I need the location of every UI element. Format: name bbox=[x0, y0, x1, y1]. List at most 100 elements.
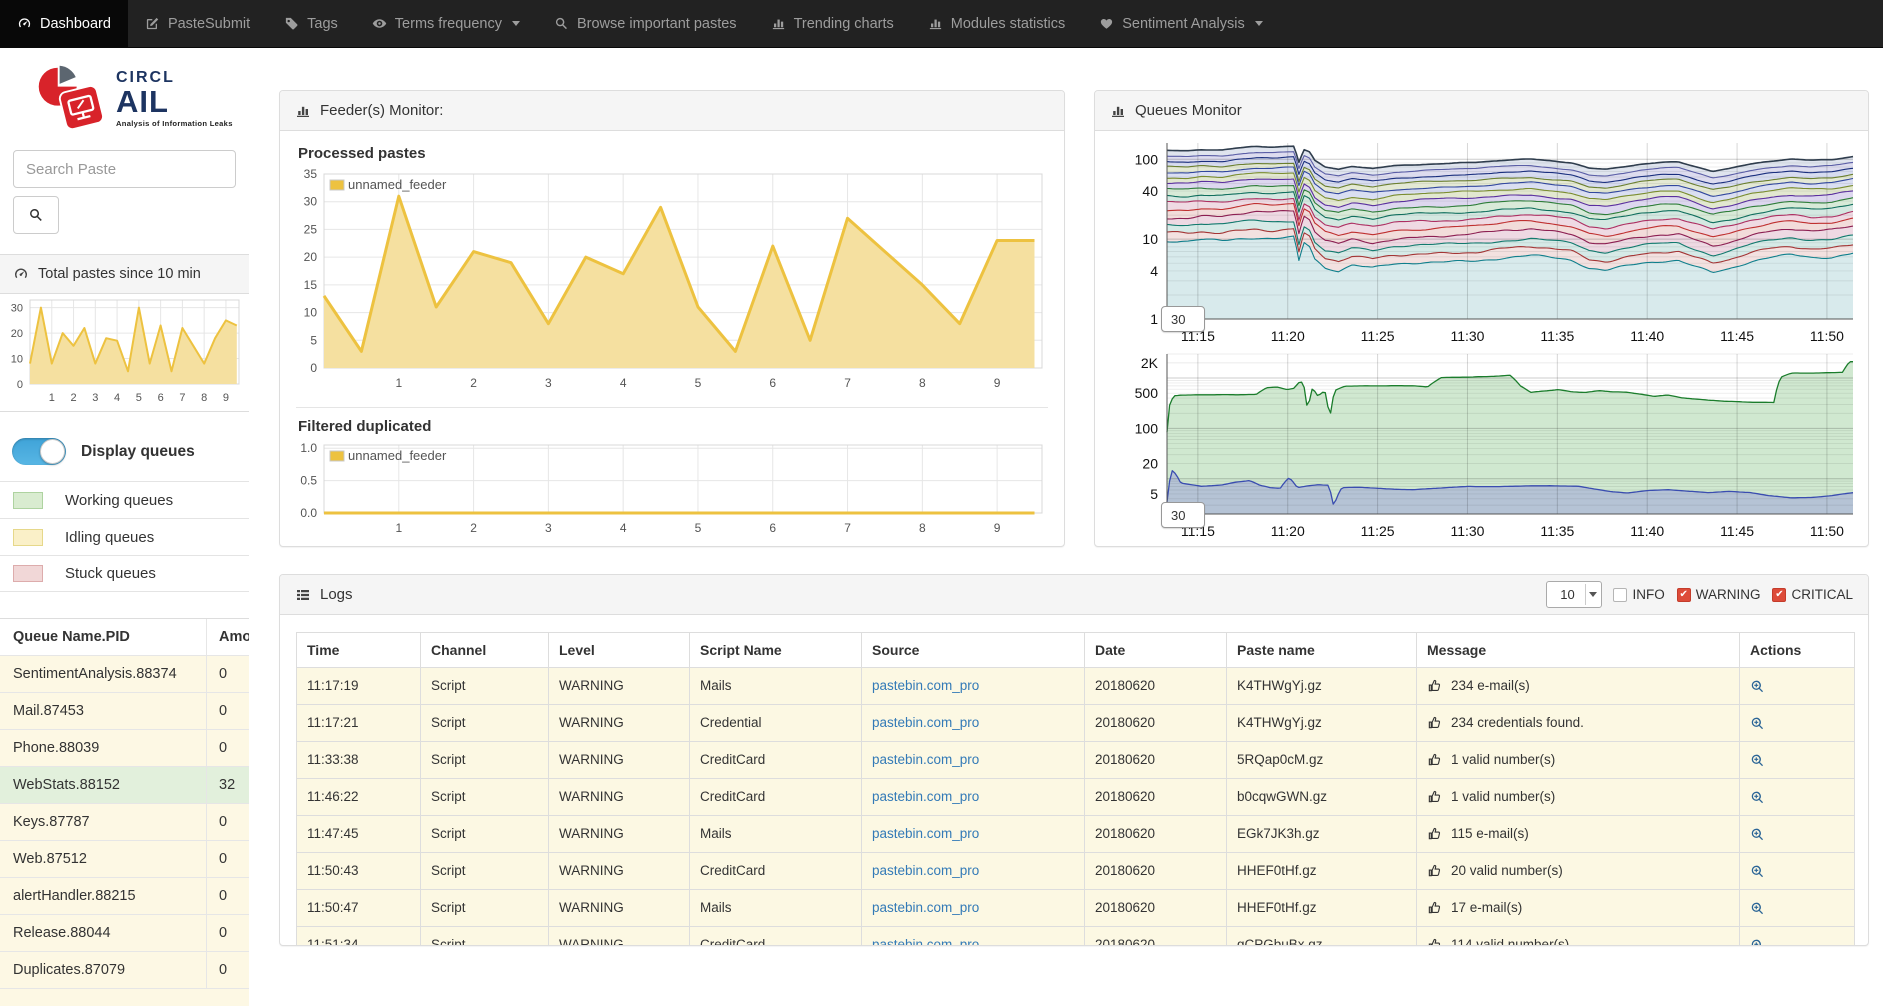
log-time: 11:50:47 bbox=[297, 889, 421, 926]
log-date: 20180620 bbox=[1085, 741, 1227, 778]
nav-item-modules-statistics[interactable]: Modules statistics bbox=[911, 0, 1082, 47]
display-queues-label: Display queues bbox=[81, 443, 195, 461]
queues-monitor-top-chart: 10040104111:1511:2011:2511:3011:3511:401… bbox=[1105, 139, 1858, 345]
log-channel: Script bbox=[421, 668, 549, 705]
filter-label: WARNING bbox=[1696, 587, 1761, 602]
svg-text:7: 7 bbox=[844, 376, 851, 390]
source-link[interactable]: pastebin.com_pro bbox=[872, 937, 979, 946]
svg-text:11:20: 11:20 bbox=[1271, 328, 1305, 344]
svg-text:1.0: 1.0 bbox=[300, 441, 317, 455]
filter-critical[interactable]: CRITICAL bbox=[1772, 587, 1853, 602]
log-col-channel: Channel bbox=[421, 633, 549, 668]
view-paste-button[interactable] bbox=[1750, 715, 1765, 731]
source-link[interactable]: pastebin.com_pro bbox=[872, 752, 979, 767]
bar-chart-icon bbox=[1110, 103, 1126, 119]
filtered-duplicated-chart: 0.00.51.0123456789unnamed_feeder bbox=[296, 439, 1048, 537]
svg-text:10: 10 bbox=[11, 354, 23, 366]
svg-text:11:40: 11:40 bbox=[1630, 328, 1664, 344]
sidebar: CIRCL AIL Analysis of Information Leaks … bbox=[0, 48, 249, 946]
checkbox-info[interactable] bbox=[1613, 588, 1627, 602]
zoomin-icon bbox=[1750, 790, 1765, 805]
total-pastes-panel: Total pastes since 10 min 01020301234567… bbox=[0, 254, 249, 412]
thumb-icon bbox=[1427, 863, 1442, 878]
roll-period-input[interactable] bbox=[1161, 502, 1205, 528]
log-script: Mails bbox=[690, 889, 862, 926]
source-link[interactable]: pastebin.com_pro bbox=[872, 900, 979, 915]
view-paste-button[interactable] bbox=[1750, 789, 1765, 805]
svg-text:2: 2 bbox=[470, 376, 477, 390]
legend-label: Idling queues bbox=[65, 529, 154, 546]
log-level: WARNING bbox=[549, 741, 690, 778]
queue-row-web-87512: Web.875120 bbox=[0, 840, 249, 877]
checkbox-critical[interactable] bbox=[1772, 588, 1786, 602]
svg-text:7: 7 bbox=[844, 521, 851, 535]
queue-amount: 32 bbox=[207, 767, 249, 803]
total-pastes-sparkline-chart: 0102030123456789 bbox=[0, 294, 247, 406]
log-script: Mails bbox=[690, 668, 862, 705]
svg-text:1: 1 bbox=[49, 392, 55, 404]
svg-text:2: 2 bbox=[70, 392, 76, 404]
svg-text:9: 9 bbox=[994, 376, 1001, 390]
svg-text:9: 9 bbox=[994, 521, 1001, 535]
svg-text:4: 4 bbox=[620, 376, 627, 390]
nav-item-trending-charts[interactable]: Trending charts bbox=[754, 0, 911, 47]
log-row: 11:51:34ScriptWARNINGCreditCardpastebin.… bbox=[297, 926, 1855, 946]
source-link[interactable]: pastebin.com_pro bbox=[872, 789, 979, 804]
queue-amount: 0 bbox=[207, 878, 249, 914]
log-script: CreditCard bbox=[690, 741, 862, 778]
svg-text:0.0: 0.0 bbox=[300, 506, 317, 520]
search-button[interactable] bbox=[13, 196, 59, 234]
svg-text:4: 4 bbox=[1150, 263, 1158, 279]
nav-item-pastesubmit[interactable]: PasteSubmit bbox=[128, 0, 267, 47]
gauge-icon bbox=[13, 266, 29, 282]
svg-text:5: 5 bbox=[1150, 486, 1158, 502]
search-paste-input[interactable] bbox=[13, 150, 236, 188]
tag-icon bbox=[284, 16, 299, 31]
nav-item-tags[interactable]: Tags bbox=[267, 0, 355, 47]
view-paste-button[interactable] bbox=[1750, 752, 1765, 768]
checkbox-warning[interactable] bbox=[1677, 588, 1691, 602]
chart-icon bbox=[771, 16, 786, 31]
log-message: 20 valid number(s) bbox=[1451, 863, 1563, 878]
svg-text:11:50: 11:50 bbox=[1810, 523, 1844, 539]
svg-text:3: 3 bbox=[545, 376, 552, 390]
log-channel: Script bbox=[421, 778, 549, 815]
page-size-select[interactable]: 10 bbox=[1546, 581, 1602, 608]
source-link[interactable]: pastebin.com_pro bbox=[872, 678, 979, 693]
queue-row-alerthandler-88215: alertHandler.882150 bbox=[0, 877, 249, 914]
log-date: 20180620 bbox=[1085, 778, 1227, 815]
svg-text:15: 15 bbox=[304, 278, 318, 292]
nav-item-terms-frequency[interactable]: Terms frequency bbox=[355, 0, 537, 47]
log-date: 20180620 bbox=[1085, 926, 1227, 946]
nav-item-sentiment-analysis[interactable]: Sentiment Analysis bbox=[1082, 0, 1280, 47]
log-level: WARNING bbox=[549, 815, 690, 852]
view-paste-button[interactable] bbox=[1750, 863, 1765, 879]
svg-text:11:25: 11:25 bbox=[1361, 328, 1395, 344]
source-link[interactable]: pastebin.com_pro bbox=[872, 863, 979, 878]
source-link[interactable]: pastebin.com_pro bbox=[872, 826, 979, 841]
source-link[interactable]: pastebin.com_pro bbox=[872, 715, 979, 730]
log-script: CreditCard bbox=[690, 926, 862, 946]
view-paste-button[interactable] bbox=[1750, 678, 1765, 694]
log-channel: Script bbox=[421, 889, 549, 926]
roll-period-input[interactable] bbox=[1161, 306, 1205, 332]
log-message: 114 valid number(s) bbox=[1451, 937, 1569, 946]
legend-swatch bbox=[13, 492, 43, 509]
filter-warning[interactable]: WARNING bbox=[1677, 587, 1761, 602]
nav-item-browse-important-pastes[interactable]: Browse important pastes bbox=[537, 0, 754, 47]
log-time: 11:51:34 bbox=[297, 926, 421, 946]
filter-info[interactable]: INFO bbox=[1613, 587, 1664, 602]
view-paste-button[interactable] bbox=[1750, 826, 1765, 842]
view-paste-button[interactable] bbox=[1750, 900, 1765, 916]
legend-label: Working queues bbox=[65, 492, 173, 509]
log-row: 11:46:22ScriptWARNINGCreditCardpastebin.… bbox=[297, 778, 1855, 815]
thumb-icon bbox=[1427, 900, 1442, 915]
nav-item-dashboard[interactable]: Dashboard bbox=[0, 0, 128, 47]
svg-text:35: 35 bbox=[304, 167, 318, 181]
queue-state-legend: Working queuesIdling queuesStuck queues bbox=[0, 481, 249, 592]
display-queues-toggle[interactable] bbox=[12, 438, 66, 465]
queue-amount: 0 bbox=[207, 730, 249, 766]
log-channel: Script bbox=[421, 926, 549, 946]
view-paste-button[interactable] bbox=[1750, 937, 1765, 946]
nav-item-label: Trending charts bbox=[794, 16, 894, 32]
